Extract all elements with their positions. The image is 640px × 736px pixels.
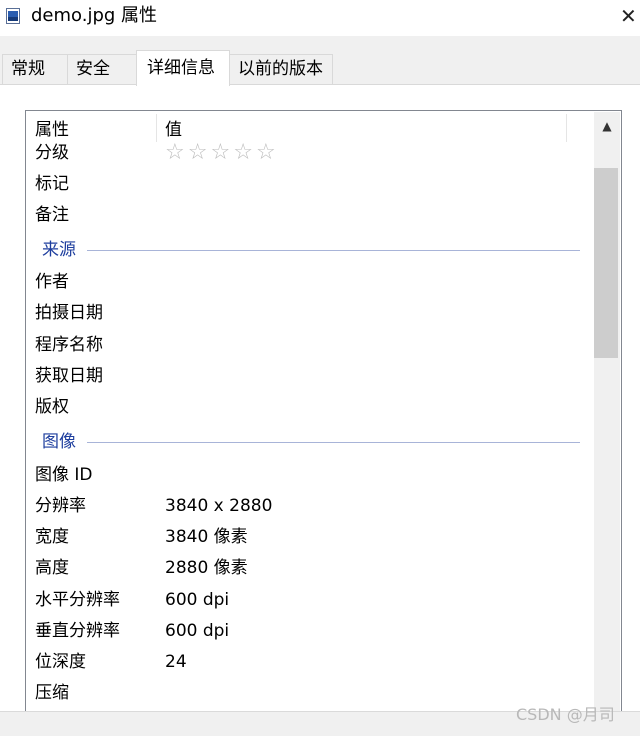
row-label-vertical-resolution: 垂直分辨率 [35, 621, 120, 641]
column-header-value[interactable]: 值 [165, 120, 182, 140]
group-header-image[interactable]: 图像 [42, 431, 76, 453]
row-value-horizontal-resolution[interactable]: 600 dpi [165, 589, 229, 611]
window-title: demo.jpg 属性 [31, 5, 158, 26]
row-label-tags: 标记 [35, 174, 69, 194]
row-label-horizontal-resolution: 水平分辨率 [35, 590, 120, 610]
image-file-icon [6, 8, 20, 24]
row-label-height: 高度 [35, 558, 69, 578]
row-value-height[interactable]: 2880 像素 [165, 557, 248, 579]
column-header-property[interactable]: 属性 [35, 120, 69, 140]
column-separator[interactable] [156, 114, 157, 142]
group-divider [87, 250, 580, 251]
star-icon[interactable]: ☆ [233, 140, 256, 165]
row-label-date-acquired: 获取日期 [35, 366, 103, 386]
scroll-up-icon[interactable]: ▲ [594, 112, 620, 140]
star-icon[interactable]: ☆ [256, 140, 279, 165]
row-label-width: 宽度 [35, 527, 69, 547]
star-icon[interactable]: ☆ [188, 140, 211, 165]
tab-general[interactable]: 常规 [2, 54, 68, 84]
tab-details[interactable]: 详细信息 [136, 50, 230, 86]
row-label-comments: 备注 [35, 205, 69, 225]
star-icon[interactable]: ☆ [210, 140, 233, 165]
row-label-resolution: 分辨率 [35, 496, 86, 516]
star-icon[interactable]: ☆ [165, 140, 188, 165]
row-label-bit-depth: 位深度 [35, 652, 86, 672]
row-value-width[interactable]: 3840 像素 [165, 526, 248, 548]
row-label-compression: 压缩 [35, 683, 69, 703]
row-label-copyright: 版权 [35, 397, 69, 417]
close-button[interactable]: ✕ [620, 2, 640, 30]
row-label-author: 作者 [35, 272, 69, 292]
rating-stars[interactable]: ☆☆☆☆☆ [165, 141, 279, 165]
row-value-bit-depth[interactable]: 24 [165, 651, 187, 673]
row-label-rating: 分级 [35, 143, 69, 163]
group-divider [87, 442, 580, 443]
row-label-date-taken: 拍摄日期 [35, 303, 103, 323]
tab-security[interactable]: 安全 [67, 54, 137, 84]
tab-previous-versions[interactable]: 以前的版本 [229, 54, 333, 84]
title-bar: demo.jpg 属性 ✕ [0, 0, 640, 36]
watermark: CSDN @月司 [516, 705, 615, 724]
column-separator[interactable] [566, 114, 567, 142]
row-label-program-name: 程序名称 [35, 335, 103, 355]
scrollbar-thumb[interactable] [594, 168, 618, 358]
row-value-vertical-resolution[interactable]: 600 dpi [165, 620, 229, 642]
group-header-origin[interactable]: 来源 [42, 239, 76, 261]
row-value-resolution[interactable]: 3840 x 2880 [165, 495, 272, 517]
row-label-image-id: 图像 ID [35, 465, 93, 485]
